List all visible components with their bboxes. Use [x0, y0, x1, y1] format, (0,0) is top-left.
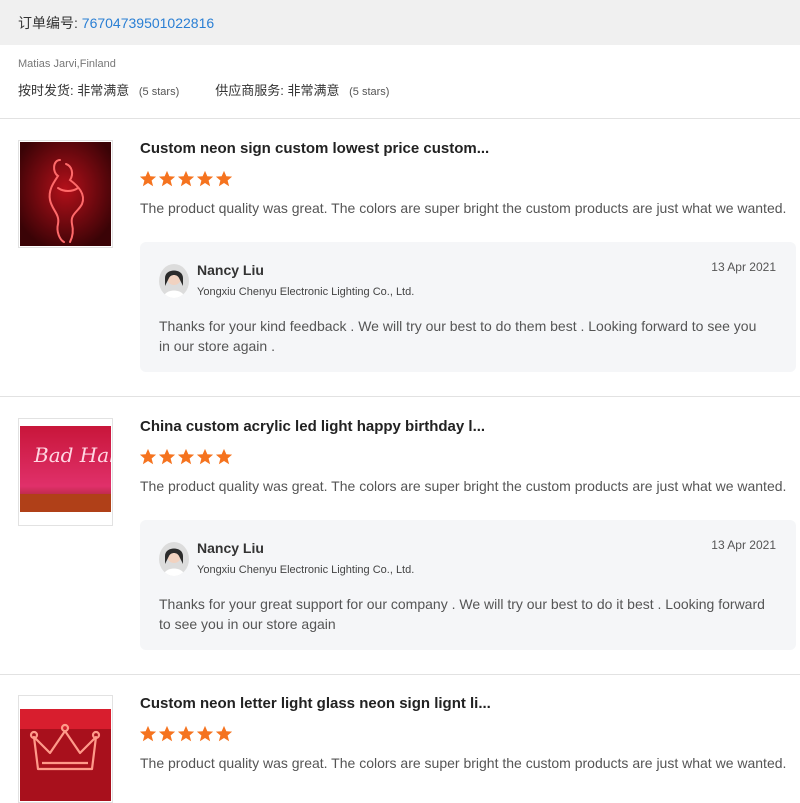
star-icon [215, 448, 233, 465]
star-icon [158, 448, 176, 465]
seller-avatar-image [159, 542, 189, 576]
divider [0, 118, 800, 119]
order-number-label: 订单编号: [18, 15, 78, 31]
neon-bad-habits-image: Bad Habits [20, 420, 111, 524]
buyer-name: Matias Jarvi,Finland [18, 58, 116, 70]
product-thumbnail[interactable]: Bad Habits [18, 418, 113, 526]
neon-text: Bad Habits [33, 443, 111, 467]
seller-name: Nancy Liu [197, 540, 264, 556]
seller-company: Yongxiu Chenyu Electronic Lighting Co., … [197, 286, 415, 298]
seller-reply: Nancy Liu Yongxiu Chenyu Electronic Ligh… [140, 520, 796, 650]
divider [0, 396, 800, 397]
star-icon [215, 170, 233, 187]
star-icon [177, 725, 195, 742]
rating-on-time-delivery: 按时发货: 非常满意 (5 stars) [18, 80, 179, 99]
star-icon [196, 725, 214, 742]
star-icon [139, 170, 157, 187]
rating-label: 供应商服务: [215, 83, 284, 98]
reply-text: Thanks for your great support for our co… [159, 596, 765, 632]
star-icon [158, 170, 176, 187]
star-icon [177, 448, 195, 465]
star-icon [215, 725, 233, 742]
star-rating [139, 170, 233, 188]
reply-date: 13 Apr 2021 [711, 260, 776, 274]
seller-avatar-image [159, 264, 189, 298]
product-thumbnail[interactable] [18, 140, 113, 248]
order-number-link[interactable]: 76704739501022816 [82, 15, 214, 31]
star-icon [158, 725, 176, 742]
review-text: The product quality was great. The color… [140, 200, 787, 216]
avatar [159, 264, 189, 298]
seller-company: Yongxiu Chenyu Electronic Lighting Co., … [197, 564, 415, 576]
rating-label: 按时发货: [18, 83, 74, 98]
rating-supplier-service: 供应商服务: 非常满意 (5 stars) [215, 80, 389, 99]
neon-crown-image [20, 697, 111, 801]
avatar [159, 542, 189, 576]
reply-date: 13 Apr 2021 [711, 538, 776, 552]
rating-value: 非常满意 [77, 83, 130, 98]
seller-name: Nancy Liu [197, 262, 264, 278]
star-icon [139, 725, 157, 742]
rating-stars-note: (5 stars) [138, 86, 180, 98]
star-icon [139, 448, 157, 465]
rating-value: 非常满意 [287, 83, 340, 98]
buyer-info: Matias Jarvi,Finland 按时发货: 非常满意 (5 stars… [18, 58, 788, 99]
star-icon [196, 170, 214, 187]
review-text: The product quality was great. The color… [140, 755, 787, 771]
review-text: The product quality was great. The color… [140, 478, 787, 494]
star-rating [139, 448, 233, 466]
order-header: 订单编号: 76704739501022816 [0, 0, 800, 45]
neon-woman-figure-image [20, 142, 111, 246]
rating-stars-note: (5 stars) [349, 86, 390, 98]
product-title-link[interactable]: Custom neon letter light glass neon sign… [140, 695, 491, 712]
seller-reply: Nancy Liu Yongxiu Chenyu Electronic Ligh… [140, 242, 796, 372]
product-title-link[interactable]: China custom acrylic led light happy bir… [140, 418, 485, 435]
product-title-link[interactable]: Custom neon sign custom lowest price cus… [140, 140, 489, 157]
star-icon [177, 170, 195, 187]
product-thumbnail[interactable] [18, 695, 113, 803]
star-icon [196, 448, 214, 465]
supplier-ratings: 按时发货: 非常满意 (5 stars) 供应商服务: 非常满意 (5 star… [18, 80, 788, 99]
reply-text: Thanks for your kind feedback . We will … [159, 318, 757, 354]
divider [0, 674, 800, 675]
star-rating [139, 725, 233, 743]
